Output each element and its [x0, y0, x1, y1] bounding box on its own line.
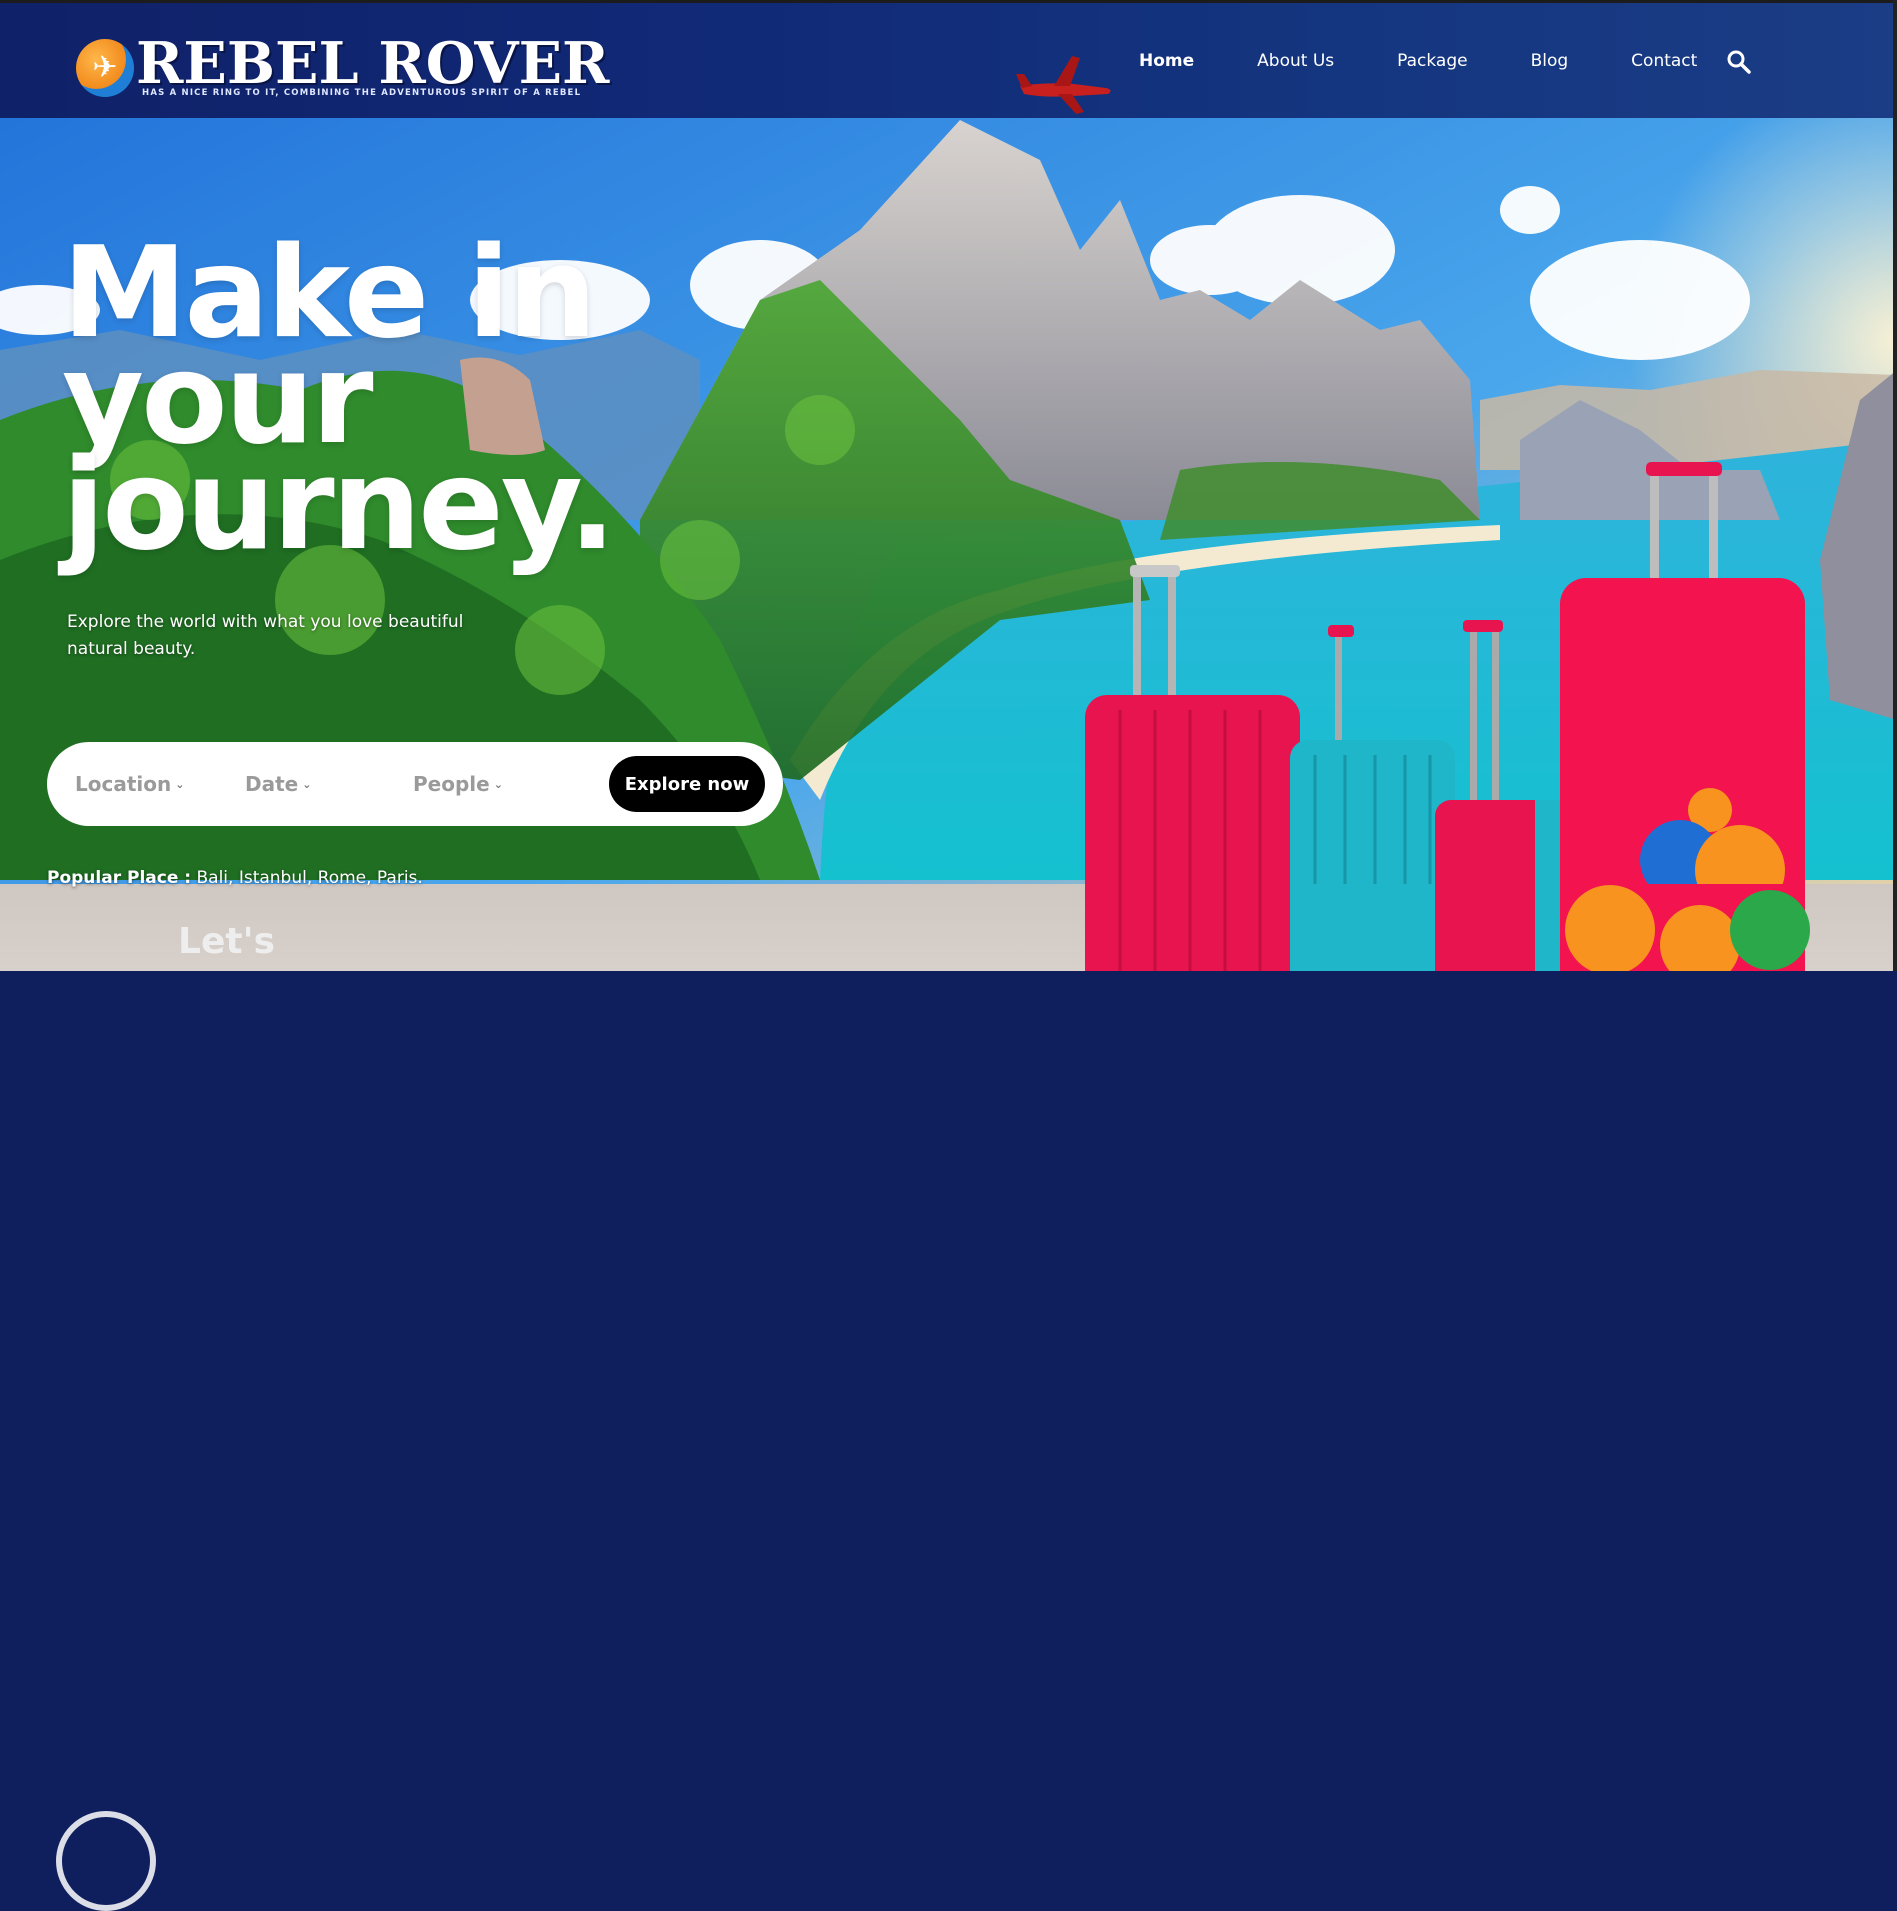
chevron-down-icon: ⌄ — [175, 777, 185, 791]
hero-title-line-3: journey. — [62, 431, 616, 578]
search-icon[interactable] — [1726, 49, 1752, 75]
brand-title: REBEL ROVER — [136, 30, 610, 97]
site-header: ✈ REBEL ROVER HAS A NICE RING TO IT, COM… — [0, 0, 1897, 118]
airplane-icon — [1016, 56, 1111, 114]
explore-now-button[interactable]: Explore now — [609, 756, 765, 812]
nav-about-us[interactable]: About Us — [1257, 51, 1334, 71]
nav-home[interactable]: Home — [1139, 51, 1194, 71]
main-nav: Home About Us Package Blog Contact — [1139, 51, 1760, 71]
location-select[interactable]: Location ⌄ — [75, 772, 184, 796]
next-section-heading: Let's — [178, 921, 276, 962]
popular-places-label: Popular Place : — [47, 868, 192, 888]
trip-search-bar: Location ⌄ Date ⌄ People ⌄ Explore now — [47, 742, 783, 826]
nav-contact[interactable]: Contact — [1631, 51, 1697, 71]
chevron-down-icon: ⌄ — [493, 777, 503, 791]
hero-subtitle: Explore the world with what you love bea… — [67, 612, 464, 659]
brand-tagline: HAS A NICE RING TO IT, COMBINING THE ADV… — [142, 88, 582, 98]
hero-title: Make in your journey. — [62, 230, 762, 568]
window-edge — [1893, 0, 1897, 971]
chevron-down-icon: ⌄ — [302, 777, 312, 791]
brand-logo[interactable]: ✈ REBEL ROVER HAS A NICE RING TO IT, COM… — [76, 30, 610, 98]
popular-places: Popular Place : Bali, Istanbul, Rome, Pa… — [47, 868, 423, 888]
airplane-globe-icon: ✈ — [76, 38, 134, 97]
nav-package[interactable]: Package — [1397, 51, 1467, 71]
next-section — [0, 884, 1897, 1911]
popular-places-list[interactable]: Bali, Istanbul, Rome, Paris. — [197, 868, 423, 888]
date-select[interactable]: Date ⌄ — [245, 772, 311, 796]
nav-blog[interactable]: Blog — [1531, 51, 1569, 71]
people-select[interactable]: People ⌄ — [413, 772, 503, 796]
decorative-circle — [56, 1811, 156, 1911]
